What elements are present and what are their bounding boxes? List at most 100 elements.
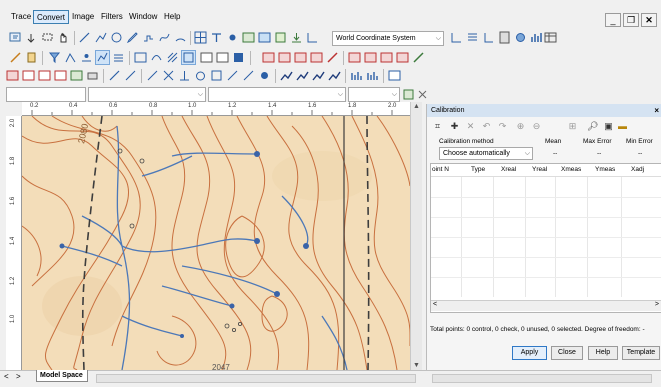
column-yreal[interactable]: Yreal	[532, 166, 547, 173]
restore-button[interactable]: ❐	[623, 13, 639, 27]
menu-trace[interactable]: Trace	[8, 10, 34, 24]
trace-selected-icon[interactable]	[95, 50, 110, 65]
table-horizontal-scrollbar[interactable]: < >	[431, 300, 661, 311]
close-icon[interactable]: ×	[654, 104, 659, 117]
snap-near-icon[interactable]	[242, 69, 255, 82]
tab-model-space[interactable]: Model Space	[36, 370, 88, 382]
map-vertical-scrollbar[interactable]: ▲ ▼	[410, 102, 422, 370]
text-icon[interactable]	[210, 31, 223, 44]
snap-mid-icon[interactable]	[146, 69, 159, 82]
scroll-up-icon[interactable]: ▲	[413, 103, 420, 110]
layout-2-icon[interactable]	[366, 69, 379, 82]
chart-icon[interactable]	[530, 31, 543, 44]
layer-red-7-icon[interactable]	[364, 51, 377, 64]
step-line-icon[interactable]	[142, 31, 155, 44]
color-combo[interactable]: ⌵	[208, 87, 346, 102]
snap-perp-icon[interactable]	[178, 69, 191, 82]
close-button[interactable]: Close	[551, 346, 583, 360]
contour-icon[interactable]	[150, 51, 163, 64]
layout-1-icon[interactable]	[350, 69, 363, 82]
search-icon[interactable]: 🔎︎	[587, 121, 598, 132]
layer-combo[interactable]	[6, 87, 86, 102]
arc-icon[interactable]	[174, 31, 187, 44]
undo-icon[interactable]: ↶	[481, 121, 492, 132]
layer-red-5-icon[interactable]	[326, 51, 339, 64]
scroll-left-icon[interactable]: <	[433, 301, 437, 308]
brush-icon[interactable]	[25, 51, 38, 64]
axis-icon[interactable]	[306, 31, 319, 44]
menu-image[interactable]: Image	[69, 10, 97, 24]
calibration-method-select[interactable]: Choose automatically ⌵	[439, 147, 533, 160]
snap-end-icon[interactable]	[124, 69, 137, 82]
table-icon[interactable]	[544, 31, 557, 44]
delete-point-icon[interactable]: ✕	[465, 121, 476, 132]
layer-red-2-icon[interactable]	[278, 51, 291, 64]
filter-icon[interactable]	[48, 51, 61, 64]
table-icon[interactable]: ⊞	[567, 121, 578, 132]
layer-red-6-icon[interactable]	[348, 51, 361, 64]
coord-icon-1[interactable]	[450, 31, 463, 44]
circle-icon[interactable]	[110, 31, 123, 44]
width-combo[interactable]: ⌵	[348, 87, 400, 102]
ocr-icon[interactable]	[134, 51, 147, 64]
insert-table-icon[interactable]	[22, 69, 35, 82]
select-icon[interactable]	[9, 31, 22, 44]
layer-red-4-icon[interactable]	[310, 51, 323, 64]
help-button[interactable]: Help	[588, 346, 618, 360]
pan-icon[interactable]	[57, 31, 70, 44]
insert-icon[interactable]	[6, 69, 19, 82]
layer-icon[interactable]	[274, 31, 287, 44]
snap-grid-icon[interactable]	[210, 69, 223, 82]
add-point-icon[interactable]: ✚	[449, 121, 460, 132]
column-xadj[interactable]: Xadj	[631, 166, 644, 173]
rectangle-icon[interactable]	[200, 51, 213, 64]
column-type[interactable]: Type	[471, 166, 485, 173]
vector-2-icon[interactable]	[296, 69, 309, 82]
menu-convert[interactable]: Convert	[33, 10, 70, 24]
lasso-icon[interactable]	[41, 31, 54, 44]
trace-line-icon[interactable]	[80, 51, 93, 64]
layer-red-8-icon[interactable]	[380, 51, 393, 64]
column-point-number[interactable]: oint N	[432, 166, 449, 173]
layer-red-1-icon[interactable]	[262, 51, 275, 64]
node-icon[interactable]	[226, 31, 239, 44]
window-icon[interactable]	[388, 69, 401, 82]
menu-help[interactable]: Help	[161, 10, 183, 24]
linetype-combo[interactable]: ⌵	[88, 87, 206, 102]
tab-next-icon[interactable]: >	[16, 372, 21, 381]
vectorize-icon[interactable]	[64, 51, 77, 64]
grid-icon[interactable]: ⌗	[432, 121, 443, 132]
pencil-icon[interactable]	[126, 31, 139, 44]
calibration-points-table[interactable]: oint N Type Xreal Yreal Xmeas Ymeas Xadj…	[430, 163, 661, 313]
close-button[interactable]: ✕	[641, 13, 657, 27]
save-icon[interactable]: ▣	[603, 121, 614, 132]
clear-icon[interactable]	[416, 88, 429, 101]
hatch-icon[interactable]	[166, 51, 179, 64]
snap-center-icon[interactable]	[258, 69, 271, 82]
apply-icon[interactable]	[402, 88, 415, 101]
open-folder-icon[interactable]: ▬	[617, 121, 628, 132]
redo-icon[interactable]: ↷	[497, 121, 508, 132]
apply-button[interactable]: Apply	[512, 346, 547, 360]
scroll-right-icon[interactable]: >	[655, 301, 659, 308]
scroll-down-icon[interactable]: ▼	[413, 362, 420, 369]
coord-icon-3[interactable]	[482, 31, 495, 44]
column-xmeas[interactable]: Xmeas	[561, 166, 581, 173]
fill-icon[interactable]	[232, 51, 245, 64]
raster-edit-icon[interactable]	[9, 51, 22, 64]
menu-window[interactable]: Window	[126, 10, 160, 24]
frame-icon[interactable]	[181, 50, 196, 65]
curve-icon[interactable]	[158, 31, 171, 44]
menu-filters[interactable]: Filters	[98, 10, 126, 24]
template-button[interactable]: Template	[622, 346, 660, 360]
grid-icon[interactable]	[194, 31, 207, 44]
coord-icon-2[interactable]	[466, 31, 479, 44]
line-icon[interactable]	[78, 31, 91, 44]
minimize-button[interactable]: _	[605, 13, 621, 27]
map-canvas[interactable]: 2080 2047	[22, 116, 410, 370]
insert-column-icon[interactable]	[54, 69, 67, 82]
layer-red-3-icon[interactable]	[294, 51, 307, 64]
layer-green-icon[interactable]	[412, 51, 425, 64]
zoom-in-icon[interactable]: ⊕	[515, 121, 526, 132]
insert-image-icon[interactable]	[70, 69, 83, 82]
